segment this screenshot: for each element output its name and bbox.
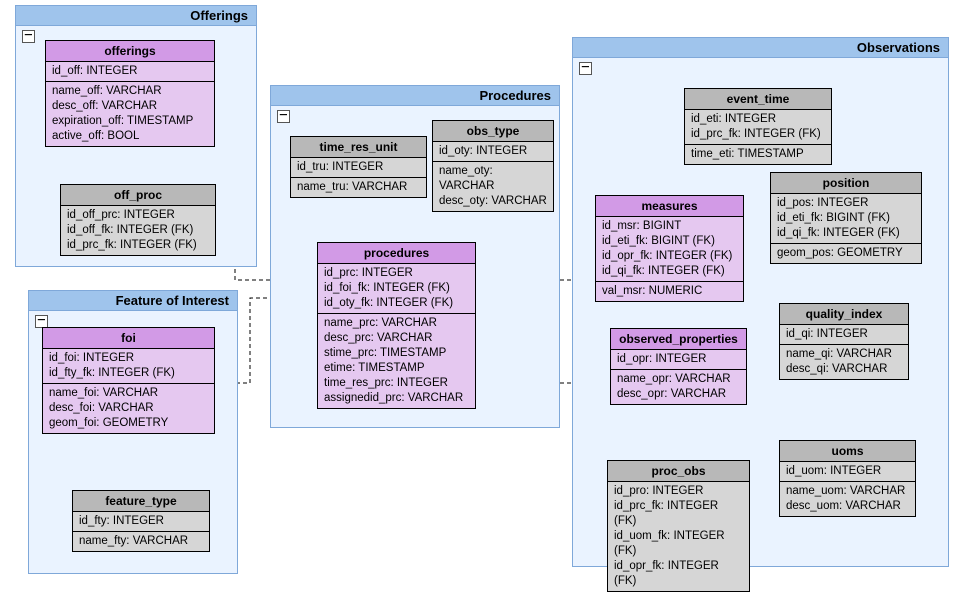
col: assignedid_prc: VARCHAR — [324, 391, 469, 406]
table-title: foi — [43, 328, 214, 349]
col: id_qi_fk: INTEGER (FK) — [602, 264, 737, 279]
group-title-procedures: Procedures — [271, 86, 559, 106]
table-procedures: procedures id_prc: INTEGER id_foi_fk: IN… — [317, 242, 476, 409]
col: desc_off: VARCHAR — [52, 99, 208, 114]
col: name_foi: VARCHAR — [49, 386, 208, 401]
col: name_qi: VARCHAR — [786, 347, 902, 362]
table-proc-obs: proc_obs id_pro: INTEGER id_prc_fk: INTE… — [607, 460, 750, 592]
col: id_eti_fk: BIGINT (FK) — [777, 211, 915, 226]
table-title: proc_obs — [608, 461, 749, 482]
col: name_uom: VARCHAR — [786, 484, 909, 499]
col: id_fty: INTEGER — [79, 514, 203, 529]
col: id_pro: INTEGER — [614, 484, 743, 499]
group-title-observations: Observations — [573, 38, 948, 58]
col: name_opr: VARCHAR — [617, 372, 740, 387]
col: id_off_prc: INTEGER — [67, 208, 209, 223]
table-title: offerings — [46, 41, 214, 62]
col: id_prc_fk: INTEGER (FK) — [691, 127, 825, 142]
col: active_off: BOOL — [52, 129, 208, 144]
col: id_opr: INTEGER — [617, 352, 740, 367]
table-title: feature_type — [73, 491, 209, 512]
col: id_eti: INTEGER — [691, 112, 825, 127]
table-title: position — [771, 173, 921, 194]
col: id_pos: INTEGER — [777, 196, 915, 211]
col: etime: TIMESTAMP — [324, 361, 469, 376]
table-title: event_time — [685, 89, 831, 110]
col: id_qi_fk: INTEGER (FK) — [777, 226, 915, 241]
col: name_off: VARCHAR — [52, 84, 208, 99]
col: geom_foi: GEOMETRY — [49, 416, 208, 431]
col: desc_oty: VARCHAR — [439, 194, 547, 209]
col: id_prc: INTEGER — [324, 266, 469, 281]
col: desc_opr: VARCHAR — [617, 387, 740, 402]
col: id_eti_fk: BIGINT (FK) — [602, 234, 737, 249]
col: name_tru: VARCHAR — [297, 180, 420, 195]
col: id_uom: INTEGER — [786, 464, 909, 479]
table-title: time_res_unit — [291, 137, 426, 158]
group-title-foi: Feature of Interest — [29, 291, 237, 311]
col: id_off_fk: INTEGER (FK) — [67, 223, 209, 238]
table-title: quality_index — [780, 304, 908, 325]
col: time_eti: TIMESTAMP — [691, 147, 825, 162]
collapse-icon[interactable]: − — [22, 30, 35, 43]
col: time_res_prc: INTEGER — [324, 376, 469, 391]
col: desc_uom: VARCHAR — [786, 499, 909, 514]
collapse-icon[interactable]: − — [277, 110, 290, 123]
col: stime_prc: TIMESTAMP — [324, 346, 469, 361]
table-observed-properties: observed_properties id_opr: INTEGER name… — [610, 328, 747, 405]
col: id_prc_fk: INTEGER (FK) — [67, 238, 209, 253]
col: id_qi: INTEGER — [786, 327, 902, 342]
col: id_msr: BIGINT — [602, 219, 737, 234]
col: id_oty_fk: INTEGER (FK) — [324, 296, 469, 311]
table-title: obs_type — [433, 121, 553, 142]
col: expiration_off: TIMESTAMP — [52, 114, 208, 129]
col: id_fty_fk: INTEGER (FK) — [49, 366, 208, 381]
table-title: uoms — [780, 441, 915, 462]
col: id_prc_fk: INTEGER (FK) — [614, 499, 743, 529]
col: name_prc: VARCHAR — [324, 316, 469, 331]
table-time-res-unit: time_res_unit id_tru: INTEGER name_tru: … — [290, 136, 427, 198]
table-title: procedures — [318, 243, 475, 264]
table-offerings: offerings id_off: INTEGER name_off: VARC… — [45, 40, 215, 147]
col: id_foi: INTEGER — [49, 351, 208, 366]
table-foi: foi id_foi: INTEGER id_fty_fk: INTEGER (… — [42, 327, 215, 434]
table-position: position id_pos: INTEGER id_eti_fk: BIGI… — [770, 172, 922, 264]
table-obs-type: obs_type id_oty: INTEGER name_oty: VARCH… — [432, 120, 554, 212]
table-quality-index: quality_index id_qi: INTEGER name_qi: VA… — [779, 303, 909, 380]
col: geom_pos: GEOMETRY — [777, 246, 915, 261]
collapse-icon[interactable]: − — [579, 62, 592, 75]
table-title: off_proc — [61, 185, 215, 206]
col: name_oty: VARCHAR — [439, 164, 547, 194]
group-title-offerings: Offerings — [16, 6, 256, 26]
table-title: measures — [596, 196, 743, 217]
col: desc_prc: VARCHAR — [324, 331, 469, 346]
table-feature-type: feature_type id_fty: INTEGER name_fty: V… — [72, 490, 210, 552]
col: desc_qi: VARCHAR — [786, 362, 902, 377]
col: val_msr: NUMERIC — [602, 284, 737, 299]
col: desc_foi: VARCHAR — [49, 401, 208, 416]
table-off-proc: off_proc id_off_prc: INTEGER id_off_fk: … — [60, 184, 216, 256]
col: id_opr_fk: INTEGER (FK) — [614, 559, 743, 589]
col: id_tru: INTEGER — [297, 160, 420, 175]
col: id_uom_fk: INTEGER (FK) — [614, 529, 743, 559]
table-event-time: event_time id_eti: INTEGER id_prc_fk: IN… — [684, 88, 832, 165]
table-uoms: uoms id_uom: INTEGER name_uom: VARCHAR d… — [779, 440, 916, 517]
table-measures: measures id_msr: BIGINT id_eti_fk: BIGIN… — [595, 195, 744, 302]
col: id_off: INTEGER — [52, 64, 208, 79]
col: id_opr_fk: INTEGER (FK) — [602, 249, 737, 264]
col: id_foi_fk: INTEGER (FK) — [324, 281, 469, 296]
col: name_fty: VARCHAR — [79, 534, 203, 549]
table-title: observed_properties — [611, 329, 746, 350]
col: id_oty: INTEGER — [439, 144, 547, 159]
